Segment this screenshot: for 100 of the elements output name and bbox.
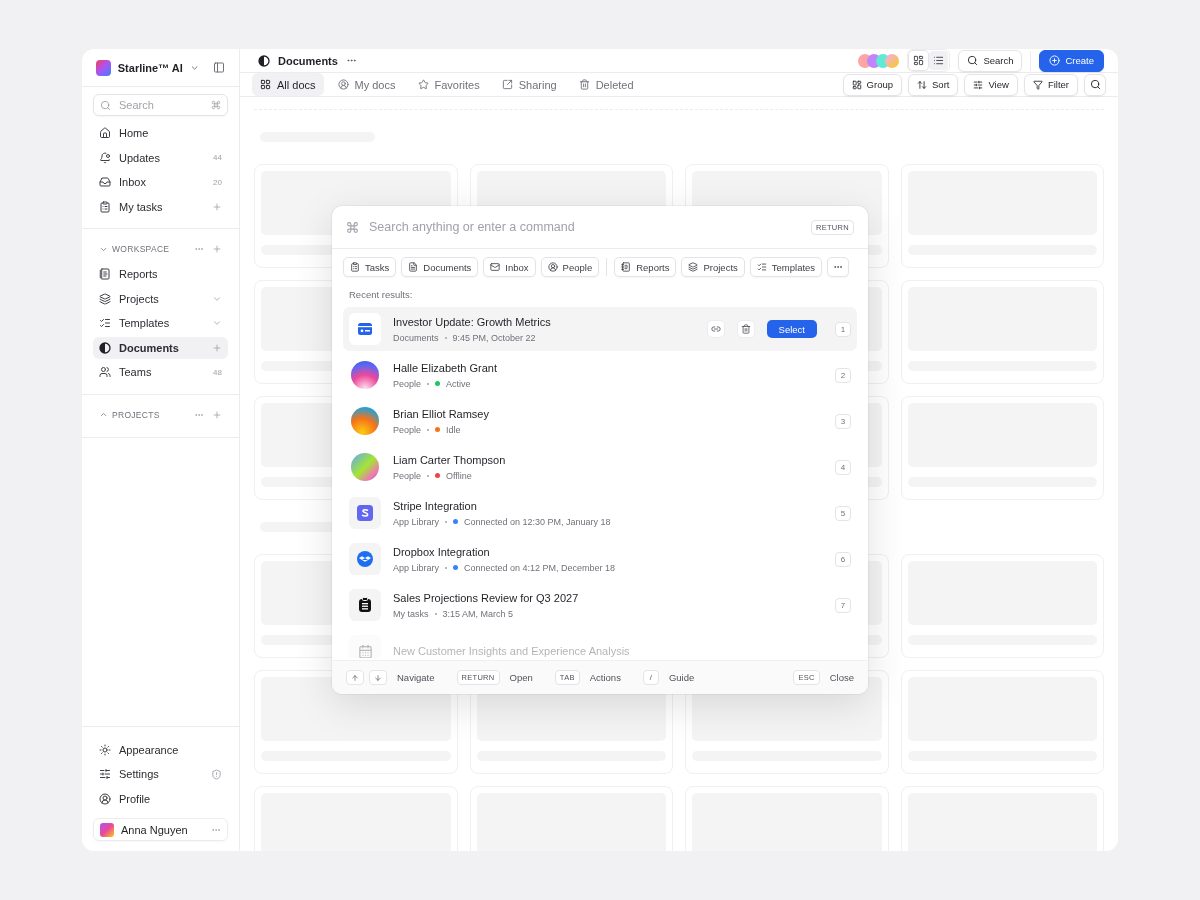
list-icon <box>933 55 945 66</box>
result-row[interactable]: Halle Elizabeth Grant People Active 2 <box>343 353 857 397</box>
toolbar-button[interactable]: Filter <box>1023 73 1078 96</box>
result-title: Stripe Integration <box>393 499 478 512</box>
result-detail: 9:45 PM, October 22 <box>452 332 536 343</box>
create-button[interactable]: Create <box>1039 49 1104 72</box>
add-icon[interactable] <box>212 244 222 254</box>
sidebar-item[interactable]: Home <box>93 122 228 145</box>
user-name: Anna Nguyen <box>121 823 189 836</box>
filter-icon <box>1032 79 1043 90</box>
tab[interactable]: Sharing <box>493 73 565 96</box>
layers-icon <box>688 262 699 272</box>
sidebar-item[interactable]: Projects <box>93 287 228 310</box>
tab[interactable]: Deleted <box>570 73 642 96</box>
toolbar-button[interactable]: Group <box>842 73 902 96</box>
filter-chip[interactable]: People <box>540 257 600 277</box>
tab[interactable]: My docs <box>329 73 404 96</box>
user-card[interactable]: Anna Nguyen <box>93 818 228 841</box>
sidebar-item[interactable]: Documents <box>93 336 228 359</box>
result-row[interactable]: Liam Carter Thompson People Offline 4 <box>343 445 857 489</box>
user-icon <box>337 79 349 90</box>
sidebar-item[interactable]: Teams 48 <box>93 361 228 384</box>
workspace-name[interactable]: Starline™ AI <box>117 61 183 74</box>
sidebar-item[interactable]: Templates <box>93 312 228 335</box>
search-icon <box>100 99 111 111</box>
shortcut-number: 6 <box>835 551 851 567</box>
tab[interactable]: All docs <box>252 73 324 96</box>
nav-icon <box>99 176 111 189</box>
sidebar-item[interactable]: Inbox 20 <box>93 171 228 194</box>
avatar <box>351 407 379 435</box>
search-icon <box>967 55 979 66</box>
sidebar-item[interactable]: Updates 44 <box>93 146 228 169</box>
search-field[interactable]: Search <box>93 94 228 116</box>
result-row[interactable]: Stripe Integration App Library Connected on 12:30 PM, January 18 5 <box>343 491 857 535</box>
result-detail: Connected on 4:12 PM, December 18 <box>464 562 616 573</box>
shortcut-number: 2 <box>835 367 851 383</box>
filter-chip[interactable]: Tasks <box>343 257 397 277</box>
chevron-icon[interactable] <box>99 410 108 419</box>
command-icon <box>211 100 221 110</box>
sidebar-item[interactable]: Reports <box>93 263 228 286</box>
result-detail: Offline <box>446 470 472 481</box>
command-icon <box>346 220 359 234</box>
search-button[interactable]: Search <box>958 49 1023 72</box>
trash-icon <box>578 79 590 90</box>
result-row[interactable]: Dropbox Integration App Library Connected on 4:12 PM, December 18 6 <box>343 537 857 581</box>
result-detail: 3:15 AM, March 5 <box>442 608 514 619</box>
result-title: Sales Projections Review for Q3 2027 <box>393 591 580 604</box>
filter-chip[interactable]: Projects <box>681 257 745 277</box>
document-icon <box>99 341 111 354</box>
sidebar-item[interactable]: Appearance <box>93 738 228 761</box>
sidebar-item[interactable]: Settings <box>93 763 228 786</box>
grid-view-button[interactable] <box>909 51 929 70</box>
search-input[interactable]: Search <box>117 98 205 112</box>
filter-chip[interactable]: Documents <box>401 257 479 277</box>
list-view-button[interactable] <box>929 51 949 70</box>
more-button[interactable] <box>827 257 850 277</box>
result-source: People <box>393 378 422 389</box>
tab[interactable]: Favorites <box>409 73 488 96</box>
hint-label: Navigate <box>397 672 435 683</box>
star-icon <box>417 79 429 90</box>
grid-icon <box>260 79 271 90</box>
nav-icon <box>99 127 111 140</box>
document-icon <box>408 262 419 272</box>
toolbar-button[interactable]: Sort <box>908 73 959 96</box>
count-label: 48 <box>213 367 222 377</box>
result-row[interactable]: Investor Update: Growth Metrics Documents 9:45 PM, October 22 Select 1 <box>343 307 857 351</box>
result-row[interactable]: Brian Elliot Ramsey People Idle 3 <box>343 399 857 443</box>
clipboard-icon <box>349 589 381 621</box>
delete-button[interactable] <box>736 320 755 338</box>
sidebar-item[interactable]: Profile <box>93 787 228 810</box>
sidebar-toggle-icon[interactable] <box>213 61 225 74</box>
nav-icon <box>99 317 111 330</box>
result-detail: Connected on 12:30 PM, January 18 <box>464 516 611 527</box>
result-source: My tasks <box>393 608 429 619</box>
add-icon[interactable] <box>212 409 222 420</box>
sidebar-item[interactable]: My tasks <box>93 195 228 218</box>
section-title: WORKSPACE <box>112 244 171 254</box>
shortcut-number: 4 <box>835 459 851 475</box>
shortcut-number: 7 <box>835 597 851 613</box>
result-source: Documents <box>393 332 439 343</box>
filter-chip[interactable]: Templates <box>749 257 823 277</box>
add-icon[interactable] <box>212 342 222 353</box>
user-icon <box>547 262 558 272</box>
hint-label: Actions <box>589 672 621 683</box>
filter-chip[interactable]: Reports <box>614 257 677 277</box>
hint-label: Close <box>829 672 854 683</box>
grid-icon <box>851 79 862 90</box>
count-label: 44 <box>213 153 222 163</box>
result-title: Halle Elizabeth Grant <box>393 361 498 374</box>
filter-chip[interactable]: Inbox <box>483 257 536 277</box>
nav-icon <box>99 292 111 305</box>
search-button[interactable] <box>1084 73 1106 96</box>
result-source: People <box>393 470 422 481</box>
link-button[interactable] <box>706 320 725 338</box>
card-icon <box>349 313 381 345</box>
toolbar-button[interactable]: View <box>964 73 1018 96</box>
add-icon[interactable] <box>212 201 222 212</box>
select-button[interactable]: Select <box>766 320 817 338</box>
result-row[interactable]: Sales Projections Review for Q3 2027 My tasks 3:15 AM, March 5 7 <box>343 583 857 627</box>
app-icon <box>349 497 381 529</box>
